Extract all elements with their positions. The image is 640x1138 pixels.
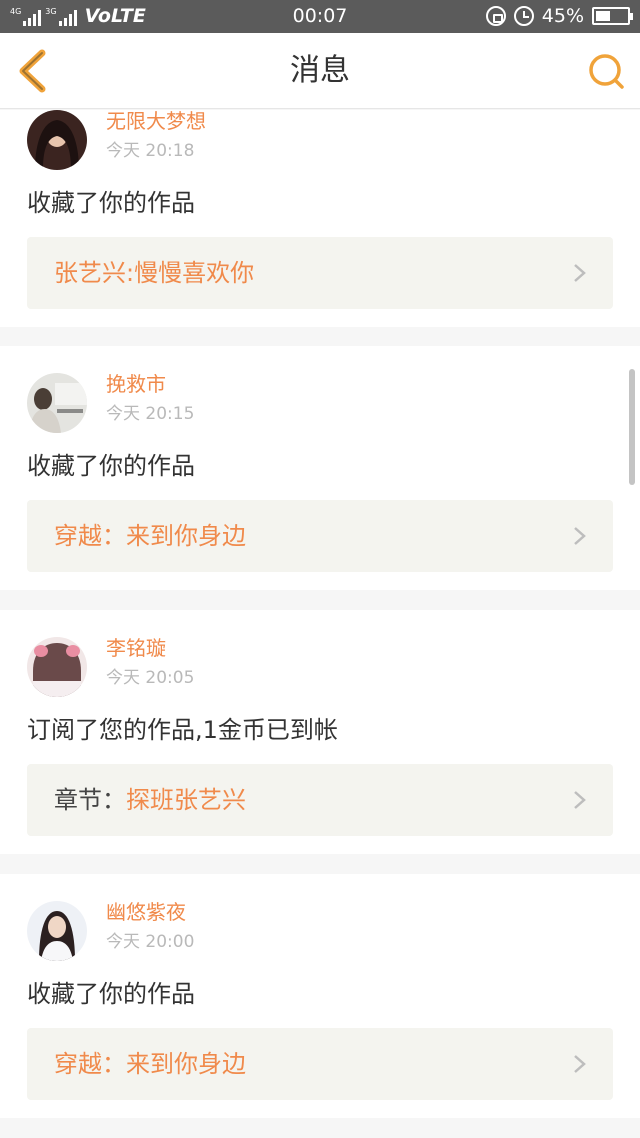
timestamp: 今天 20:00 <box>106 932 195 952</box>
message-card: 李铭璇 今天 20:05 订阅了您的作品,1金币已到帐 章节：探班张艺兴 <box>0 610 640 854</box>
page-title: 消息 <box>290 53 350 88</box>
chevron-right-icon <box>574 527 586 545</box>
system-indicators: 45% <box>485 5 633 27</box>
avatar[interactable] <box>27 373 87 433</box>
action-text: 收藏了你的作品 <box>27 980 195 1008</box>
battery-percent: 45% <box>541 5 584 27</box>
chevron-right-icon <box>574 264 586 282</box>
work-title: 探班张艺兴 <box>126 786 246 814</box>
avatar[interactable] <box>27 110 87 170</box>
work-label: 穿越：来到你身边 <box>54 500 246 572</box>
work-link[interactable]: 张艺兴:慢慢喜欢你 <box>27 237 613 309</box>
avatar[interactable] <box>27 901 87 961</box>
message-card: 无限大梦想 今天 20:18 收藏了你的作品 张艺兴:慢慢喜欢你 <box>0 110 640 327</box>
work-label: 章节：探班张艺兴 <box>54 764 246 836</box>
username[interactable]: 幽悠紫夜 <box>106 899 186 925</box>
timestamp: 今天 20:18 <box>106 141 195 161</box>
battery-icon <box>592 7 633 25</box>
message-list[interactable]: 无限大梦想 今天 20:18 收藏了你的作品 张艺兴:慢慢喜欢你 挽救市 今天 … <box>0 110 640 1138</box>
username[interactable]: 李铭璇 <box>106 635 166 661</box>
avatar[interactable] <box>27 637 87 697</box>
chevron-right-icon <box>574 791 586 809</box>
search-icon <box>589 54 624 89</box>
chevron-right-icon <box>574 1055 586 1073</box>
header: 消息 <box>0 33 640 109</box>
username[interactable]: 挽救市 <box>106 371 166 397</box>
scrollbar[interactable] <box>629 369 635 485</box>
action-text: 收藏了你的作品 <box>27 452 195 480</box>
action-text: 订阅了您的作品,1金币已到帐 <box>27 716 338 744</box>
action-text: 收藏了你的作品 <box>27 189 195 217</box>
work-title: 穿越：来到你身边 <box>54 522 246 550</box>
work-link[interactable]: 穿越：来到你身边 <box>27 1028 613 1100</box>
work-link[interactable]: 章节：探班张艺兴 <box>27 764 613 836</box>
work-title: 穿越：来到你身边 <box>54 1050 246 1078</box>
battery-level-fill <box>596 11 610 21</box>
avatar-image <box>27 901 87 961</box>
work-label: 穿越：来到你身边 <box>54 1028 246 1100</box>
avatar-image <box>27 110 87 170</box>
alarm-icon <box>513 6 534 26</box>
username[interactable]: 无限大梦想 <box>106 110 206 134</box>
work-title: 张艺兴:慢慢喜欢你 <box>54 259 255 287</box>
avatar-image <box>27 637 87 697</box>
work-prefix: 章节： <box>54 786 126 814</box>
message-card: 挽救市 今天 20:15 收藏了你的作品 穿越：来到你身边 <box>0 346 640 590</box>
rotation-lock-icon <box>485 6 506 26</box>
work-link[interactable]: 穿越：来到你身边 <box>27 500 613 572</box>
timestamp: 今天 20:15 <box>106 404 195 424</box>
status-bar: 4G 3G VoLTE 00:07 45% <box>0 0 640 33</box>
timestamp: 今天 20:05 <box>106 668 195 688</box>
message-card: 幽悠紫夜 今天 20:00 收藏了你的作品 穿越：来到你身边 <box>0 874 640 1118</box>
avatar-image <box>27 373 87 433</box>
search-button[interactable] <box>586 51 626 91</box>
work-label: 张艺兴:慢慢喜欢你 <box>54 237 254 309</box>
